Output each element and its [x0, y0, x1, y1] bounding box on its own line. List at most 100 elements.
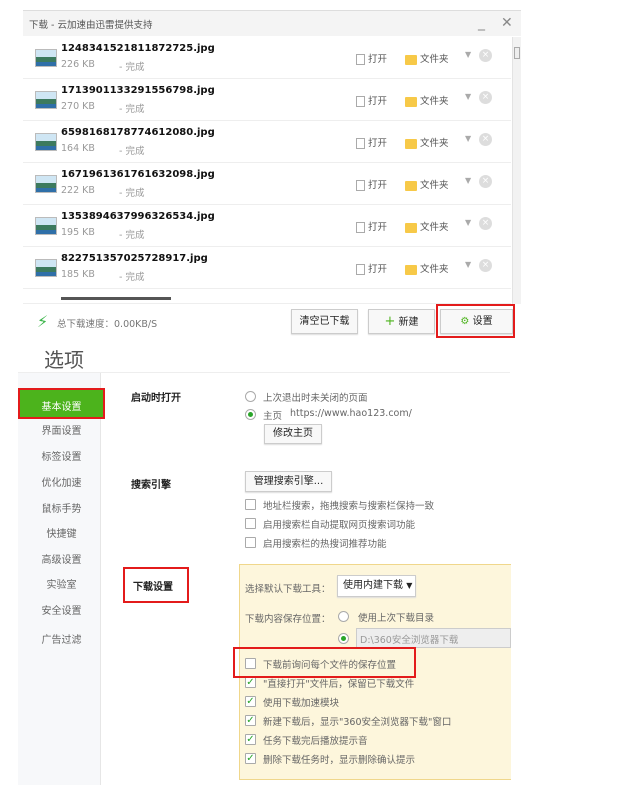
checkbox-label: 地址栏搜索，拖拽搜索与搜索栏保持一致 — [263, 501, 435, 512]
folder-button[interactable]: 文件夹 — [405, 261, 449, 275]
close-button[interactable]: ✕ — [501, 15, 513, 31]
remove-icon[interactable]: × — [479, 49, 492, 62]
folder-icon — [405, 96, 417, 107]
sidebar-item[interactable]: 基本设置 — [20, 398, 103, 413]
file-status: - 完成 — [119, 146, 145, 157]
radio-homepage[interactable] — [245, 409, 256, 420]
image-file-icon — [35, 91, 57, 109]
checkbox[interactable]: ✓ — [245, 677, 256, 688]
radio-last-session[interactable] — [245, 391, 256, 402]
open-label: 打开 — [368, 54, 388, 65]
file-status: - 完成 — [119, 188, 145, 199]
sidebar-item[interactable]: 实验室 — [20, 576, 103, 591]
file-status: - 完成 — [119, 230, 145, 241]
radio-last-dir[interactable] — [338, 611, 349, 622]
folder-button[interactable]: 文件夹 — [405, 219, 449, 233]
document-icon — [356, 54, 365, 65]
chevron-down-icon[interactable]: ▼ — [465, 260, 471, 269]
sidebar-item[interactable]: 快捷键 — [20, 525, 103, 540]
document-icon — [356, 264, 365, 275]
open-button[interactable]: 打开 — [356, 51, 387, 65]
folder-label: 文件夹 — [420, 222, 449, 233]
last-session-label: 上次退出时未关闭的页面 — [263, 393, 368, 404]
document-icon — [356, 96, 365, 107]
edit-homepage-button[interactable]: 修改主页 — [264, 424, 322, 444]
sidebar-item[interactable]: 界面设置 — [20, 422, 103, 437]
file-size: 222 KB — [61, 185, 95, 196]
folder-button[interactable]: 文件夹 — [405, 51, 449, 65]
remove-icon[interactable]: × — [479, 133, 492, 146]
chevron-down-icon[interactable]: ▼ — [465, 50, 471, 59]
save-path-input[interactable]: D:\360安全浏览器下载 — [356, 628, 511, 648]
minimize-button[interactable]: _ — [478, 15, 485, 31]
folder-icon — [405, 264, 417, 275]
last-dir-label: 使用上次下载目录 — [358, 613, 435, 624]
sidebar-item[interactable]: 优化加速 — [20, 474, 103, 489]
radio-custom-dir[interactable] — [338, 633, 349, 644]
folder-icon — [405, 180, 417, 191]
document-icon — [356, 180, 365, 191]
startup-label: 启动时打开 — [131, 393, 181, 404]
highlight-box — [436, 304, 515, 338]
save-path-value: D:\360安全浏览器下载 — [360, 635, 459, 646]
folder-label: 文件夹 — [420, 264, 449, 275]
open-button[interactable]: 打开 — [356, 93, 387, 107]
list-item: 1713901133291556798.jpg 270 KB - 完成 打开 文… — [23, 79, 511, 121]
chevron-down-icon: ▼ — [406, 581, 413, 590]
folder-button[interactable]: 文件夹 — [405, 135, 449, 149]
chevron-down-icon[interactable]: ▼ — [465, 92, 471, 101]
remove-icon[interactable]: × — [479, 259, 492, 272]
checkbox[interactable]: ✓ — [245, 696, 256, 707]
checkbox-label: 新建下载后，显示"360安全浏览器下载"窗口 — [263, 717, 452, 728]
sidebar-item[interactable]: 安全设置 — [20, 602, 103, 617]
checkbox[interactable]: ✓ — [245, 753, 256, 764]
checkbox[interactable]: ✓ — [245, 715, 256, 726]
remove-icon[interactable]: × — [479, 217, 492, 230]
checkbox[interactable] — [245, 499, 256, 510]
open-label: 打开 — [368, 96, 388, 107]
manage-search-engines-button[interactable]: 管理搜索引擎... — [245, 471, 332, 492]
folder-button[interactable]: 文件夹 — [405, 93, 449, 107]
clear-downloaded-button[interactable]: 清空已下载 — [291, 309, 358, 334]
chevron-down-icon[interactable]: ▼ — [465, 176, 471, 185]
edit-homepage-label: 修改主页 — [273, 428, 313, 439]
file-name: 1713901133291556798.jpg — [61, 85, 215, 96]
manage-label: 管理搜索引擎... — [253, 476, 324, 487]
folder-label: 文件夹 — [420, 96, 449, 107]
plus-icon: + — [384, 314, 396, 329]
checkbox[interactable]: ✓ — [245, 734, 256, 745]
file-name: 6598168178774612080.jpg — [61, 127, 215, 138]
highlight-box — [123, 567, 189, 603]
checkbox-label: 任务下载完后播放提示音 — [263, 736, 368, 747]
open-button[interactable]: 打开 — [356, 261, 387, 275]
file-name: 1353894637996326534.jpg — [61, 211, 215, 222]
remove-icon[interactable]: × — [479, 91, 492, 104]
homepage-url: https://www.hao123.com/ — [290, 408, 412, 419]
sidebar-item[interactable]: 鼠标手势 — [20, 500, 103, 515]
open-button[interactable]: 打开 — [356, 177, 387, 191]
sidebar-item[interactable]: 广告过滤 — [20, 631, 103, 646]
sidebar-item[interactable]: 高级设置 — [20, 551, 103, 566]
file-size: 164 KB — [61, 143, 95, 154]
file-name: 1248341521811872725.jpg — [61, 43, 215, 54]
folder-button[interactable]: 文件夹 — [405, 177, 449, 191]
list-item: 1353894637996326534.jpg 195 KB - 完成 打开 文… — [23, 205, 511, 247]
chevron-down-icon[interactable]: ▼ — [465, 134, 471, 143]
folder-label: 文件夹 — [420, 138, 449, 149]
remove-icon[interactable]: × — [479, 175, 492, 188]
checkbox[interactable] — [245, 537, 256, 548]
chevron-down-icon[interactable]: ▼ — [465, 218, 471, 227]
window-title: 下载 - 云加速由迅雷提供支持 — [29, 20, 153, 31]
file-size: 195 KB — [61, 227, 95, 238]
new-label: 新建 — [398, 317, 419, 328]
open-button[interactable]: 打开 — [356, 219, 387, 233]
open-label: 打开 — [368, 222, 388, 233]
sidebar-item[interactable]: 标签设置 — [20, 448, 103, 463]
download-tool-select[interactable]: 使用内建下载 ▼ — [337, 575, 416, 597]
checkbox[interactable] — [245, 518, 256, 529]
open-label: 打开 — [368, 138, 388, 149]
scrollbar[interactable] — [512, 37, 521, 304]
open-button[interactable]: 打开 — [356, 135, 387, 149]
new-download-button[interactable]: + 新建 — [368, 309, 435, 334]
list-item: 1671961361761632098.jpg 222 KB - 完成 打开 文… — [23, 163, 511, 205]
